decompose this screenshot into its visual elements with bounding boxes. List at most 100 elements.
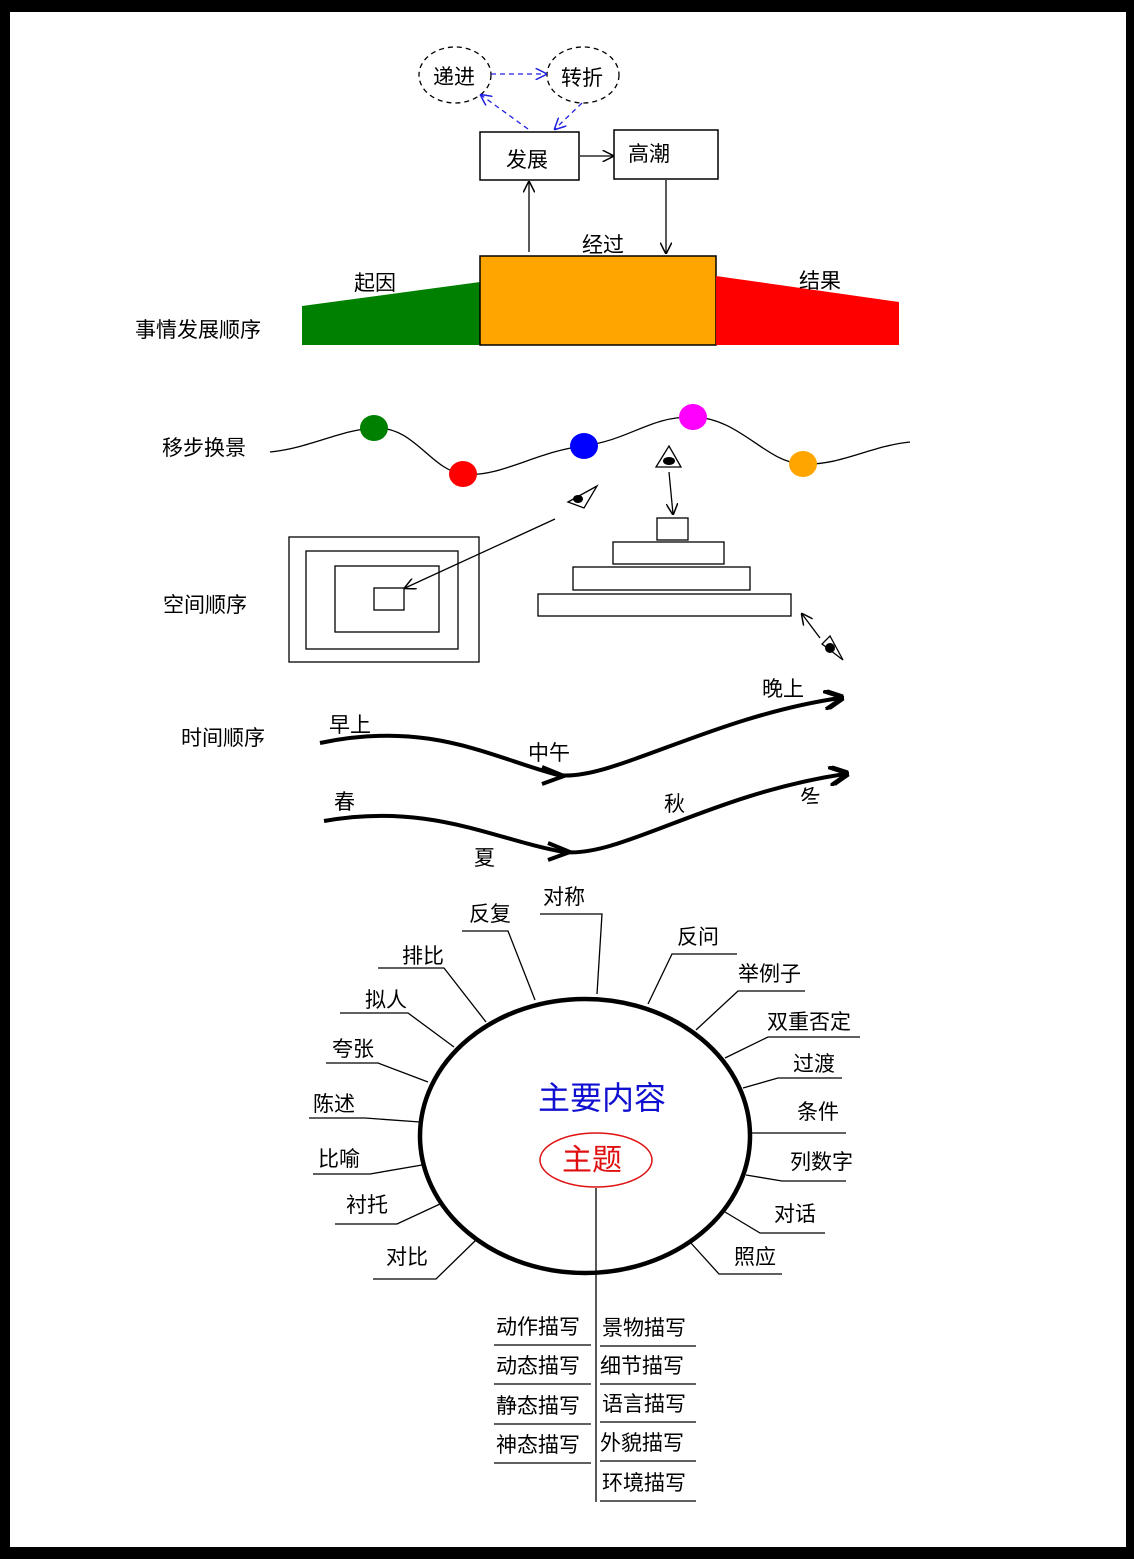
svg-text:对话: 对话 [774, 1202, 816, 1226]
scene-dot-3 [570, 433, 598, 459]
outer-room-rect [288, 536, 480, 663]
svg-text:比喻: 比喻 [318, 1147, 360, 1171]
process-shape [479, 255, 717, 346]
svg-text:神态描写: 神态描写 [496, 1433, 580, 1457]
svg-text:反复: 反复 [469, 902, 511, 926]
autumn-label: 秋 [664, 792, 685, 816]
view-arrow-up [802, 614, 821, 639]
scene-dot-2 [449, 461, 477, 487]
svg-text:列数字: 列数字 [790, 1150, 853, 1174]
dashed-arrow-turn-to-develop [555, 102, 583, 129]
svg-text:排比: 排比 [402, 944, 444, 968]
svg-text:条件: 条件 [797, 1100, 839, 1124]
svg-text:陈述: 陈述 [313, 1092, 355, 1116]
pyramid-top-rect [656, 517, 689, 541]
svg-text:语言描写: 语言描写 [602, 1392, 686, 1416]
description-appearance: 外貌描写 [600, 1431, 696, 1462]
time-order-label: 时间顺序 [181, 726, 265, 750]
description-environment: 环境描写 [600, 1471, 696, 1502]
technique-condition: 条件 [751, 1100, 846, 1134]
space-order-label: 空间顺序 [163, 593, 247, 617]
svg-text:景物描写: 景物描写 [602, 1316, 686, 1340]
day-timeline-arrow [319, 698, 840, 778]
process-label: 经过 [582, 233, 624, 257]
winter-label: 冬 [796, 782, 824, 812]
view-arrow-down [669, 471, 673, 514]
pyramid-base-rect [537, 593, 792, 617]
technique-exaggeration: 夸张 [326, 1037, 429, 1083]
description-action: 动作描写 [494, 1315, 591, 1346]
result-label: 结果 [799, 269, 841, 293]
description-dynamic: 动态描写 [494, 1354, 591, 1385]
technique-echo: 照应 [689, 1241, 782, 1275]
svg-text:动作描写: 动作描写 [496, 1315, 580, 1339]
description-language: 语言描写 [600, 1392, 696, 1423]
event-order-section: 事情发展顺序 起因 经过 结果 发展 高潮 递进 转折 [135, 46, 899, 346]
core-rect [373, 587, 405, 611]
season-timeline-arrow [323, 774, 845, 855]
scene-change-label: 移步换景 [162, 436, 246, 460]
svg-text:外貌描写: 外貌描写 [600, 1431, 684, 1455]
eye-icon [566, 484, 599, 509]
cause-label: 起因 [354, 271, 396, 295]
eye-icon [654, 444, 683, 468]
technique-transition: 过渡 [742, 1052, 842, 1089]
svg-text:对称: 对称 [543, 885, 585, 909]
main-content-ellipse [417, 996, 753, 1276]
scene-change-section: 移步换景 [162, 404, 911, 487]
svg-text:夸张: 夸张 [332, 1037, 374, 1061]
time-order-section: 时间顺序 早上 中午 晚上 春 夏 秋 冬 [181, 677, 845, 870]
dashed-arrow-develop-to-progress [481, 95, 529, 130]
technique-rhetorical-question: 反问 [647, 925, 737, 1005]
main-content-title: 主要内容 [538, 1079, 666, 1117]
view-arrow-into-rooms [405, 518, 556, 588]
svg-text:静态描写: 静态描写 [496, 1394, 580, 1418]
event-order-label: 事情发展顺序 [135, 318, 261, 342]
technique-numbers: 列数字 [745, 1150, 853, 1182]
svg-text:动态描写: 动态描写 [496, 1354, 580, 1378]
space-order-section: 空间顺序 [163, 444, 844, 663]
summer-label: 夏 [474, 846, 495, 870]
svg-text:反问: 反问 [677, 925, 719, 949]
description-expression: 神态描写 [494, 1433, 591, 1464]
scene-dot-1 [360, 415, 388, 441]
svg-text:照应: 照应 [734, 1245, 776, 1269]
description-scenery: 景物描写 [600, 1316, 696, 1347]
technique-metaphor: 比喻 [313, 1147, 423, 1175]
description-detail: 细节描写 [600, 1354, 696, 1385]
eye-icon [821, 634, 844, 661]
diagram-canvas: 事情发展顺序 起因 经过 结果 发展 高潮 递进 转折 移步换景 空间顺序 时间… [10, 12, 1126, 1547]
evening-label: 晚上 [762, 677, 804, 701]
inner-room-rect [334, 565, 440, 633]
svg-text:过渡: 过渡 [793, 1052, 835, 1076]
main-content-section: 主要内容 主题 对称 反复 排比 拟人 夸张 陈述 比喻 衬托 对比 反问 举例… [309, 885, 860, 1502]
technique-double-negative: 双重否定 [724, 1010, 860, 1059]
morning-label: 早上 [329, 713, 371, 737]
svg-text:双重否定: 双重否定 [767, 1010, 851, 1034]
technique-repetition: 反复 [462, 902, 536, 1001]
technique-dialogue: 对话 [724, 1202, 825, 1234]
technique-narration: 陈述 [309, 1092, 421, 1123]
technique-foil: 衬托 [335, 1193, 441, 1225]
technique-symmetry: 对称 [540, 885, 603, 995]
technique-contrast: 对比 [373, 1239, 477, 1280]
scene-dot-5 [789, 451, 817, 477]
spring-label: 春 [334, 790, 355, 814]
svg-text:举例子: 举例子 [738, 962, 801, 986]
pyramid-second-rect [612, 541, 725, 565]
noon-label: 中午 [528, 741, 570, 765]
theme-title: 主题 [562, 1143, 622, 1178]
climax-label: 高潮 [628, 142, 670, 166]
progress-label: 递进 [433, 65, 475, 89]
svg-text:细节描写: 细节描写 [600, 1354, 684, 1378]
develop-label: 发展 [506, 148, 548, 172]
scene-dot-4 [679, 404, 707, 430]
svg-text:对比: 对比 [386, 1245, 428, 1269]
svg-text:衬托: 衬托 [346, 1193, 388, 1217]
pyramid-third-rect [572, 566, 751, 591]
description-static: 静态描写 [494, 1394, 591, 1425]
writing-structure-diagram: 事情发展顺序 起因 经过 结果 发展 高潮 递进 转折 移步换景 空间顺序 时间… [135, 46, 911, 1502]
turn-label: 转折 [561, 66, 603, 90]
svg-text:环境描写: 环境描写 [602, 1471, 686, 1495]
svg-text:拟人: 拟人 [365, 988, 407, 1012]
